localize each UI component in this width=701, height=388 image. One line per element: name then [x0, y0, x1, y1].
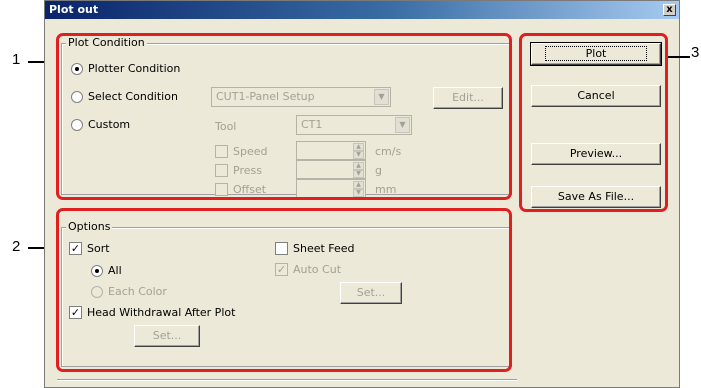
callout-3-line — [668, 56, 690, 58]
bottom-divider — [57, 379, 517, 381]
callout-2: 2 — [12, 238, 21, 255]
highlight-box-options — [56, 208, 512, 372]
callout-1: 1 — [12, 51, 21, 68]
window-title: Plot out — [49, 3, 99, 16]
title-bar: Plot out x — [45, 1, 679, 19]
callout-3: 3 — [691, 44, 700, 61]
highlight-box-buttons — [519, 33, 668, 212]
highlight-box-plot-condition — [56, 33, 512, 200]
close-icon[interactable]: x — [663, 4, 676, 16]
